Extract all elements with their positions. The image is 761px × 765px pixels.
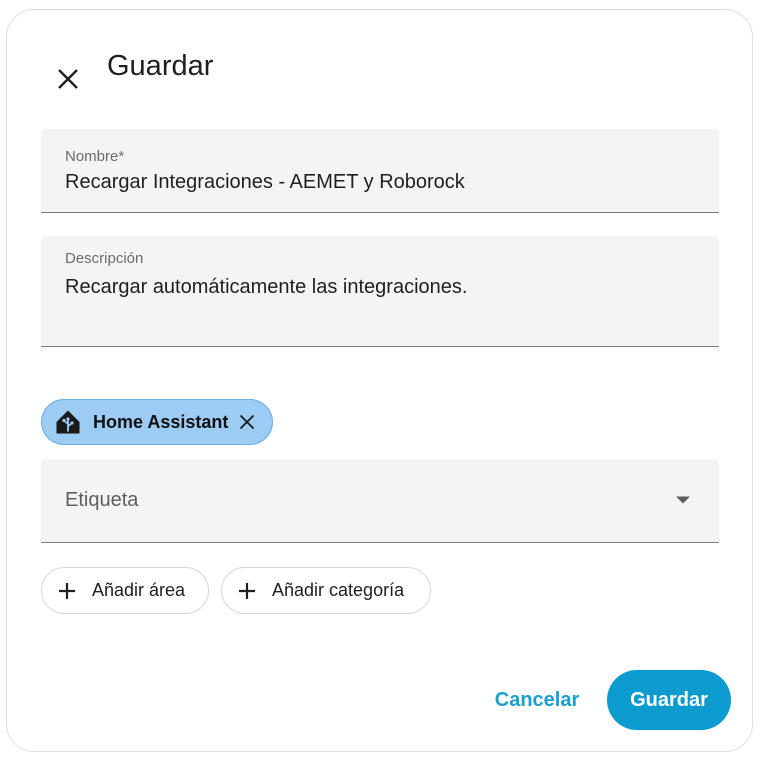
description-field-value[interactable]: Recargar automáticamente las integracion… [65,276,467,299]
label-select[interactable]: Etiqueta [41,459,719,543]
add-area-button[interactable]: Añadir área [41,567,209,614]
close-icon [239,414,255,430]
add-category-label: Añadir categoría [272,580,405,600]
remove-label-button[interactable] [236,411,258,433]
name-field-value[interactable]: Recargar Integraciones - AEMET y Roboroc… [65,171,465,194]
name-field-label: Nombre* [65,148,125,165]
add-area-label: Añadir área [92,580,186,600]
label-select-placeholder: Etiqueta [65,489,139,511]
plus-icon [57,581,77,601]
close-button[interactable] [50,61,86,97]
label-chip-home-assistant[interactable]: Home Assistant [41,399,273,445]
chevron-down-icon [676,496,690,504]
name-field[interactable]: Nombre* Recargar Integraciones - AEMET y… [41,129,719,213]
cancel-button[interactable]: Cancelar [483,670,591,730]
home-assistant-icon [54,409,81,436]
description-field[interactable]: Descripción Recargar automáticamente las… [41,236,719,347]
close-icon [58,69,78,89]
dialog-title: Guardar [107,50,214,82]
save-button[interactable]: Guardar [607,670,731,730]
plus-icon [237,581,257,601]
save-dialog [6,9,753,752]
label-chip-text: Home Assistant [93,411,229,432]
add-category-button[interactable]: Añadir categoría [221,567,431,614]
description-field-label: Descripción [65,250,144,267]
